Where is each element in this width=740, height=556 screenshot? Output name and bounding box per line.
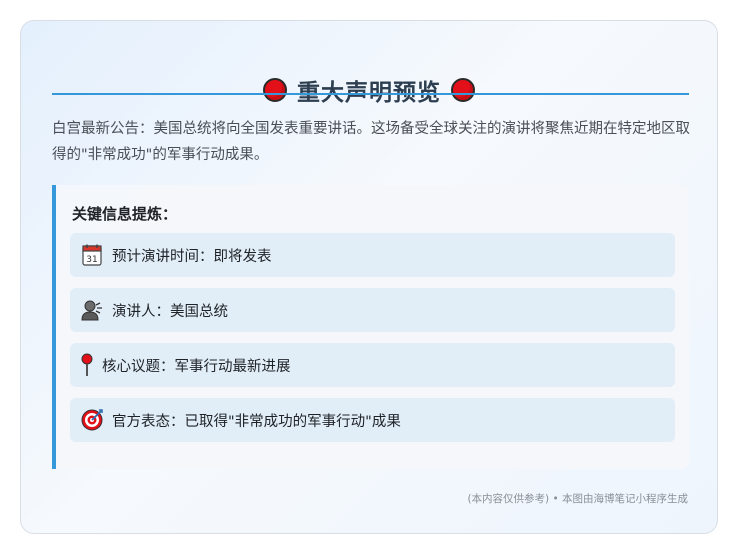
calendar-icon: 31 (80, 243, 104, 267)
intro-paragraph: 白宫最新公告：美国总统将向全国发表重要讲话。这场备受全球关注的演讲将聚焦近期在特… (52, 121, 690, 163)
svg-text:31: 31 (86, 255, 97, 265)
speaker-icon (80, 298, 104, 322)
key-info-item-time: 31 预计演讲时间：即将发表 (70, 233, 675, 277)
key-info-item-stance: 官方表态：已取得"非常成功的军事行动"成果 (70, 398, 675, 442)
key-info-heading: 关键信息提炼： (72, 205, 178, 223)
key-info-item-text: 核心议题：军事行动最新进展 (102, 358, 291, 375)
red-circle-icon (263, 78, 287, 102)
key-info-item-topic: 核心议题：军事行动最新进展 (70, 343, 675, 387)
key-info-item-text: 官方表态：已取得"非常成功的军事行动"成果 (112, 413, 401, 430)
key-info-item-text: 预计演讲时间：即将发表 (112, 248, 272, 265)
page-title: 重大声明预览 (297, 80, 441, 106)
title-divider (52, 93, 689, 95)
key-info-box: 关键信息提炼： 31 预计演讲时间：即将发表 演讲人：美国总统 核心议题：军事行… (52, 185, 689, 469)
title-row: 重大声明预览 (21, 73, 717, 107)
target-icon (80, 408, 104, 432)
pushpin-icon (80, 353, 94, 377)
key-info-item-text: 演讲人：美国总统 (112, 303, 228, 320)
footer-note: (本内容仅供参考) • 本图由海博笔记小程序生成 (467, 493, 688, 505)
key-info-item-speaker: 演讲人：美国总统 (70, 288, 675, 332)
announcement-card: 重大声明预览 白宫最新公告：美国总统将向全国发表重要讲话。这场备受全球关注的演讲… (20, 20, 718, 534)
red-circle-icon (451, 78, 475, 102)
